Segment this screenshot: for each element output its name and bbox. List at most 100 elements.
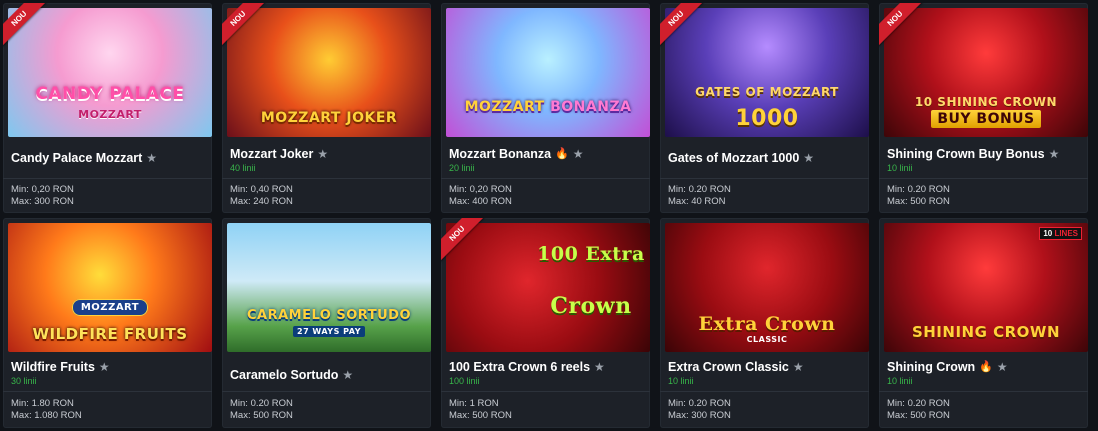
game-title[interactable]: Mozzart Joker — [230, 147, 313, 161]
game-title[interactable]: Candy Palace Mozzart — [11, 151, 142, 165]
divider — [222, 391, 431, 392]
star-icon[interactable]: ★ — [99, 361, 110, 373]
max-bet: Max: 400 RON — [449, 196, 512, 207]
game-title[interactable]: Shining Crown — [887, 360, 975, 374]
divider — [441, 178, 650, 179]
star-icon[interactable]: ★ — [317, 148, 328, 160]
game-card-caramelo-sortudo[interactable]: CARAMELO SORTUDO 27 WAYS PAY Caramelo So… — [222, 218, 431, 428]
max-bet: Max: 300 RON — [668, 410, 731, 421]
paylines: 40 linii — [230, 163, 256, 173]
min-bet: Min: 0,20 RON — [449, 184, 512, 195]
fire-icon: 🔥 — [555, 147, 569, 160]
game-logo-subtext: BUY BONUS — [884, 110, 1088, 128]
star-icon[interactable]: ★ — [803, 152, 814, 164]
game-info: Wildfire Fruits ★ 30 linii — [11, 360, 204, 386]
game-logo-subtext: MOZZART — [78, 108, 142, 121]
game-logo-text: MOZZART BONANZA — [464, 99, 632, 115]
max-bet: Max: 1.080 RON — [11, 410, 82, 421]
game-title[interactable]: 100 Extra Crown 6 reels — [449, 360, 590, 374]
game-card-candy-palace[interactable]: CANDY PALACE MOZZART NOU Candy Palace Mo… — [3, 3, 212, 213]
max-bet: Max: 300 RON — [11, 196, 74, 207]
max-bet: Max: 240 RON — [230, 196, 293, 207]
fire-icon: 🔥 — [979, 360, 993, 373]
bet-limits: Min: 0.20 RON Max: 300 RON — [668, 398, 731, 422]
game-thumbnail[interactable]: 100 Extra Crown — [446, 223, 650, 352]
game-thumbnail[interactable]: GATES OF MOZZART 1000 — [665, 8, 869, 137]
game-logo-subtext: WILDFIRE FRUITS — [32, 325, 188, 343]
game-thumbnail[interactable]: CANDY PALACE MOZZART — [8, 8, 212, 137]
game-logo-text: CARAMELO SORTUDO — [247, 308, 411, 323]
game-logo-text: SHINING CROWN — [911, 323, 1061, 341]
game-card-mozzart-joker[interactable]: MOZZART JOKER NOU Mozzart Joker ★ 40 lini… — [222, 3, 431, 213]
game-title[interactable]: Mozzart Bonanza — [449, 147, 551, 161]
max-bet: Max: 500 RON — [449, 410, 512, 421]
game-thumbnail[interactable]: Extra Crown CLASSIC — [665, 223, 869, 352]
game-thumbnail[interactable]: 10 LINES SHINING CROWN — [884, 223, 1088, 352]
game-thumbnail[interactable]: MOZZART JOKER — [227, 8, 431, 137]
game-card-mozzart-bonanza[interactable]: MOZZART BONANZA Mozzart Bonanza 🔥 ★ 20 lin… — [441, 3, 650, 213]
game-info: Caramelo Sortudo ★ — [230, 368, 423, 382]
bet-limits: Min: 0.20 RON Max: 500 RON — [887, 184, 950, 208]
game-thumbnail[interactable]: 10 SHINING CROWN BUY BONUS — [884, 8, 1088, 137]
game-logo-text: 100 Extra — [537, 243, 645, 265]
game-logo-text: Extra Crown — [698, 313, 836, 335]
bet-limits: Min: 0,20 RON Max: 400 RON — [449, 184, 512, 208]
game-logo-text: 10 SHINING CROWN — [914, 95, 1058, 109]
game-logo-subtext: 27 WAYS PAY — [227, 326, 431, 337]
star-icon[interactable]: ★ — [573, 148, 584, 160]
divider — [660, 391, 869, 392]
max-bet: Max: 500 RON — [230, 410, 293, 421]
star-icon[interactable]: ★ — [1049, 148, 1060, 160]
game-logo-subtext: 1000 — [735, 106, 799, 131]
game-card-wildfire-fruits[interactable]: MOZZART WILDFIRE FRUITS Wildfire Fruits ★… — [3, 218, 212, 428]
game-info: Extra Crown Classic ★ 10 linii — [668, 360, 861, 386]
game-card-100-extra-crown[interactable]: 100 Extra Crown NOU 100 Extra Crown 6 re… — [441, 218, 650, 428]
min-bet: Min: 0,40 RON — [230, 184, 293, 195]
paylines: 100 linii — [449, 376, 480, 386]
game-info: Candy Palace Mozzart ★ — [11, 151, 204, 165]
game-info: Mozzart Bonanza 🔥 ★ 20 linii — [449, 147, 642, 173]
star-icon[interactable]: ★ — [342, 369, 353, 381]
bet-limits: Min: 1 RON Max: 500 RON — [449, 398, 512, 422]
game-info: Mozzart Joker ★ 40 linii — [230, 147, 423, 173]
min-bet: Min: 0,20 RON — [11, 184, 74, 195]
paylines: 10 linii — [887, 163, 913, 173]
star-icon[interactable]: ★ — [997, 361, 1008, 373]
min-bet: Min: 0.20 RON — [668, 398, 731, 409]
bet-limits: Min: 0.20 RON Max: 500 RON — [230, 398, 293, 422]
divider — [3, 178, 212, 179]
game-title[interactable]: Shining Crown Buy Bonus — [887, 147, 1045, 161]
bet-limits: Min: 0,20 RON Max: 300 RON — [11, 184, 74, 208]
divider — [660, 178, 869, 179]
game-title[interactable]: Gates of Mozzart 1000 — [668, 151, 799, 165]
game-thumbnail[interactable]: CARAMELO SORTUDO 27 WAYS PAY — [227, 223, 431, 352]
divider — [879, 178, 1088, 179]
game-thumbnail[interactable]: MOZZART WILDFIRE FRUITS — [8, 223, 212, 352]
game-card-shining-crown[interactable]: 10 LINES SHINING CROWN Shining Crown 🔥 ★ 1… — [879, 218, 1088, 428]
game-card-extra-crown-classic[interactable]: Extra Crown CLASSIC Extra Crown Classic ★… — [660, 218, 869, 428]
game-logo-text: MOZZART — [8, 299, 212, 316]
game-info: Gates of Mozzart 1000 ★ — [668, 151, 861, 165]
min-bet: Min: 0.20 RON — [887, 398, 950, 409]
paylines: 10 linii — [887, 376, 913, 386]
bet-limits: Min: 0,40 RON Max: 240 RON — [230, 184, 293, 208]
game-info: Shining Crown Buy Bonus ★ 10 linii — [887, 147, 1080, 173]
game-title[interactable]: Extra Crown Classic — [668, 360, 789, 374]
star-icon[interactable]: ★ — [793, 361, 804, 373]
game-info: Shining Crown 🔥 ★ 10 linii — [887, 360, 1080, 386]
game-logo-text: CANDY PALACE — [35, 84, 185, 104]
bet-limits: Min: 0.20 RON Max: 500 RON — [887, 398, 950, 422]
bet-limits: Min: 0.20 RON Max: 40 RON — [668, 184, 731, 208]
game-logo-text: MOZZART JOKER — [260, 110, 398, 126]
min-bet: Min: 0.20 RON — [668, 184, 731, 195]
game-card-shining-crown-buy-bonus[interactable]: 10 SHINING CROWN BUY BONUS NOU Shining C… — [879, 3, 1088, 213]
game-title[interactable]: Wildfire Fruits — [11, 360, 95, 374]
game-thumbnail[interactable]: MOZZART BONANZA — [446, 8, 650, 137]
game-grid: CANDY PALACE MOZZART NOU Candy Palace Mo… — [0, 0, 1098, 431]
star-icon[interactable]: ★ — [594, 361, 605, 373]
divider — [441, 391, 650, 392]
game-card-gates-of-mozzart[interactable]: GATES OF MOZZART 1000 NOU Gates of Mozza… — [660, 3, 869, 213]
game-title[interactable]: Caramelo Sortudo — [230, 368, 338, 382]
min-bet: Min: 1 RON — [449, 398, 499, 409]
star-icon[interactable]: ★ — [146, 152, 157, 164]
